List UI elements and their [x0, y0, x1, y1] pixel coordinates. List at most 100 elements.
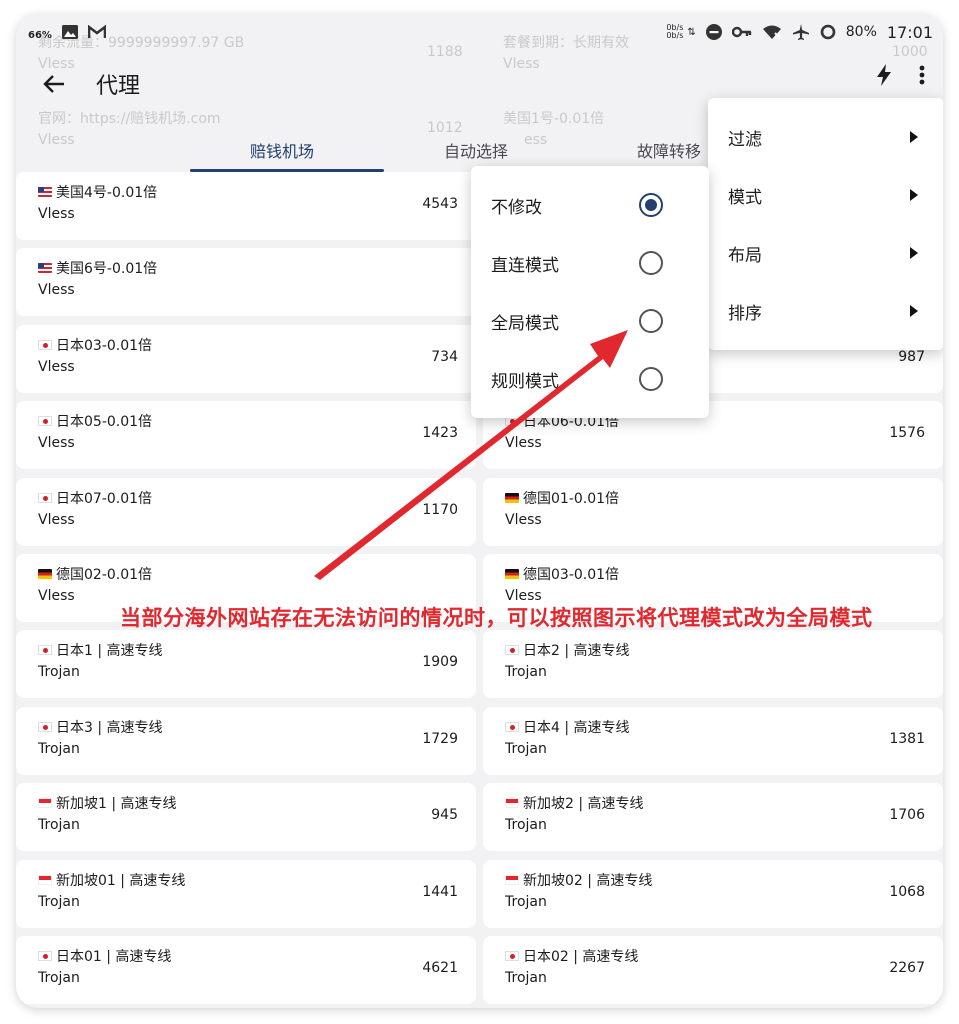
proxy-name: 日本4 | 高速专线 — [505, 717, 630, 737]
proxy-card[interactable]: 日本01 | 高速专线 Trojan 4621 — [16, 936, 476, 1004]
mode-no-change[interactable]: 不修改 — [471, 176, 709, 234]
proxy-latency: 4621 — [422, 960, 458, 976]
more-vert-icon — [919, 65, 925, 85]
gmail-icon — [87, 25, 106, 39]
tab-failover[interactable]: 故障转移 — [637, 138, 701, 162]
proxy-card[interactable]: 日本3 | 高速专线 Trojan 1729 — [16, 706, 476, 775]
proxy-latency: 1170 — [422, 501, 458, 518]
flag-us-icon — [38, 263, 52, 274]
network-speed: 0b/s 0b/s — [666, 24, 683, 40]
proxy-card[interactable]: 日本02 | 高速专线 Trojan 2267 — [483, 936, 943, 1004]
proxy-card[interactable]: 日本03-0.01倍 Vless 734 — [16, 324, 476, 393]
proxy-card[interactable]: 日本2 | 高速专线 Trojan — [483, 630, 943, 699]
proxy-latency: 4543 — [422, 196, 458, 212]
proxy-name-text: 美国6号-0.01倍 — [56, 261, 158, 278]
proxy-name-text: 日本02 | 高速专线 — [523, 949, 639, 965]
more-button[interactable] — [919, 65, 925, 89]
mode-label: 不修改 — [491, 197, 542, 218]
proxy-card[interactable]: 德国01-0.01倍 Vless — [483, 477, 943, 546]
menu-item-mode[interactable]: 模式 — [708, 166, 943, 224]
mode-global[interactable]: 全局模式 — [471, 292, 709, 350]
image-icon — [61, 25, 78, 39]
status-bar: 66% 0b/s 0b/s ⇅ 80% 17:01 — [16, 14, 943, 50]
proxy-card[interactable]: 美国6号-0.01倍 Vless — [16, 248, 476, 317]
proxy-protocol: Trojan — [38, 970, 80, 986]
mode-label: 直连模式 — [491, 255, 559, 276]
radio-button[interactable] — [639, 367, 663, 391]
proxy-name: 日本02 | 高速专线 — [505, 946, 638, 966]
proxy-name-text: 日本03-0.01倍 — [56, 337, 153, 354]
proxy-name: 新加坡01 | 高速专线 — [38, 870, 185, 890]
proxy-card[interactable]: 新加坡1 | 高速专线 Trojan 945 — [16, 783, 476, 852]
flag-us-icon — [38, 187, 52, 197]
proxy-card[interactable]: 日本4 | 高速专线 Trojan 1381 — [483, 706, 943, 775]
radio-button[interactable] — [639, 193, 663, 217]
speed-down: 0b/s — [666, 31, 684, 40]
proxy-protocol: Vless — [38, 511, 75, 528]
menu-item-sort[interactable]: 排序 — [708, 282, 943, 340]
flag-jp-icon — [505, 951, 519, 961]
flag-sg-icon — [505, 798, 519, 809]
menu-item-layout[interactable]: 布局 — [708, 224, 943, 282]
tab-auto-select[interactable]: 自动选择 — [444, 138, 508, 162]
tab-peiqian[interactable]: 赔钱机场 — [250, 138, 314, 162]
proxy-protocol: Trojan — [38, 893, 80, 910]
proxy-name-text: 日本3 | 高速专线 — [56, 719, 163, 736]
proxy-card[interactable]: 日本1 | 高速专线 Trojan 1909 — [16, 630, 476, 699]
radio-button[interactable] — [639, 309, 663, 333]
menu-item-label: 布局 — [728, 245, 762, 266]
flag-de-icon — [505, 569, 519, 579]
proxy-latency: 1423 — [422, 425, 458, 442]
flag-de-icon — [38, 569, 52, 579]
menu-item-filter[interactable]: 过滤 — [708, 108, 943, 166]
flag-jp-icon — [38, 951, 52, 961]
annotation-caption: 当部分海外网站存在无法访问的情况时，可以按照图示将代理模式改为全局模式 — [120, 606, 873, 630]
proxy-name-text: 日本2 | 高速专线 — [523, 643, 630, 660]
proxy-name-text: 新加坡01 | 高速专线 — [56, 872, 186, 889]
proxy-card[interactable]: 日本05-0.01倍 Vless 1423 — [16, 401, 476, 470]
wifi-off-icon — [762, 24, 782, 40]
vpn-key-icon — [731, 26, 752, 38]
menu-item-label: 模式 — [728, 187, 762, 208]
page-title: 代理 — [96, 74, 141, 99]
proxy-name: 德国02-0.01倍 — [38, 564, 152, 584]
radio-button[interactable] — [639, 251, 663, 275]
flag-jp-icon — [38, 721, 52, 732]
mode-direct[interactable]: 直连模式 — [471, 234, 709, 292]
proxy-name: 日本03-0.01倍 — [38, 335, 152, 355]
proxy-name: 日本07-0.01倍 — [38, 488, 152, 508]
proxy-card[interactable]: 新加坡02 | 高速专线 Trojan 1068 — [483, 859, 943, 928]
proxy-card[interactable]: 美国4号-0.01倍 Vless 4543 — [16, 172, 476, 240]
proxy-card[interactable]: 新加坡2 | 高速专线 Trojan 1706 — [483, 783, 943, 852]
proxy-protocol: Trojan — [38, 664, 80, 681]
flag-sg-icon — [38, 874, 52, 885]
status-right: 0b/s 0b/s ⇅ 80% 17:01 — [666, 23, 933, 42]
back-button[interactable] — [34, 64, 74, 104]
battery-ring-icon — [820, 24, 836, 40]
proxy-protocol: Trojan — [505, 817, 547, 834]
bolt-button[interactable] — [877, 64, 891, 90]
proxy-name: 日本2 | 高速专线 — [505, 640, 630, 660]
flag-jp-icon — [505, 645, 519, 656]
proxy-latency: 1909 — [422, 654, 458, 671]
flag-jp-icon — [38, 339, 52, 350]
submenu-arrow-icon — [910, 305, 918, 317]
proxy-name: 新加坡2 | 高速专线 — [505, 793, 644, 813]
proxy-latency: 734 — [431, 348, 458, 365]
menu-item-label: 排序 — [728, 303, 762, 324]
proxy-protocol: Trojan — [505, 970, 547, 986]
proxy-protocol: Vless — [38, 588, 75, 604]
flag-jp-icon — [38, 492, 52, 503]
submenu-arrow-icon — [910, 247, 918, 259]
data-arrows-icon: ⇅ — [687, 26, 696, 38]
flag-jp-icon — [38, 645, 52, 656]
proxy-latency: 2267 — [889, 960, 925, 976]
proxy-card[interactable]: 日本07-0.01倍 Vless 1170 — [16, 477, 476, 546]
proxy-latency: 1068 — [889, 883, 925, 900]
proxy-card[interactable]: 新加坡01 | 高速专线 Trojan 1441 — [16, 859, 476, 928]
bolt-icon — [877, 64, 891, 86]
proxy-protocol: Vless — [505, 435, 542, 452]
mode-rule[interactable]: 规则模式 — [471, 350, 709, 408]
proxy-latency: 1441 — [422, 883, 458, 900]
overflow-menu: 过滤 模式 布局 排序 — [708, 98, 943, 350]
